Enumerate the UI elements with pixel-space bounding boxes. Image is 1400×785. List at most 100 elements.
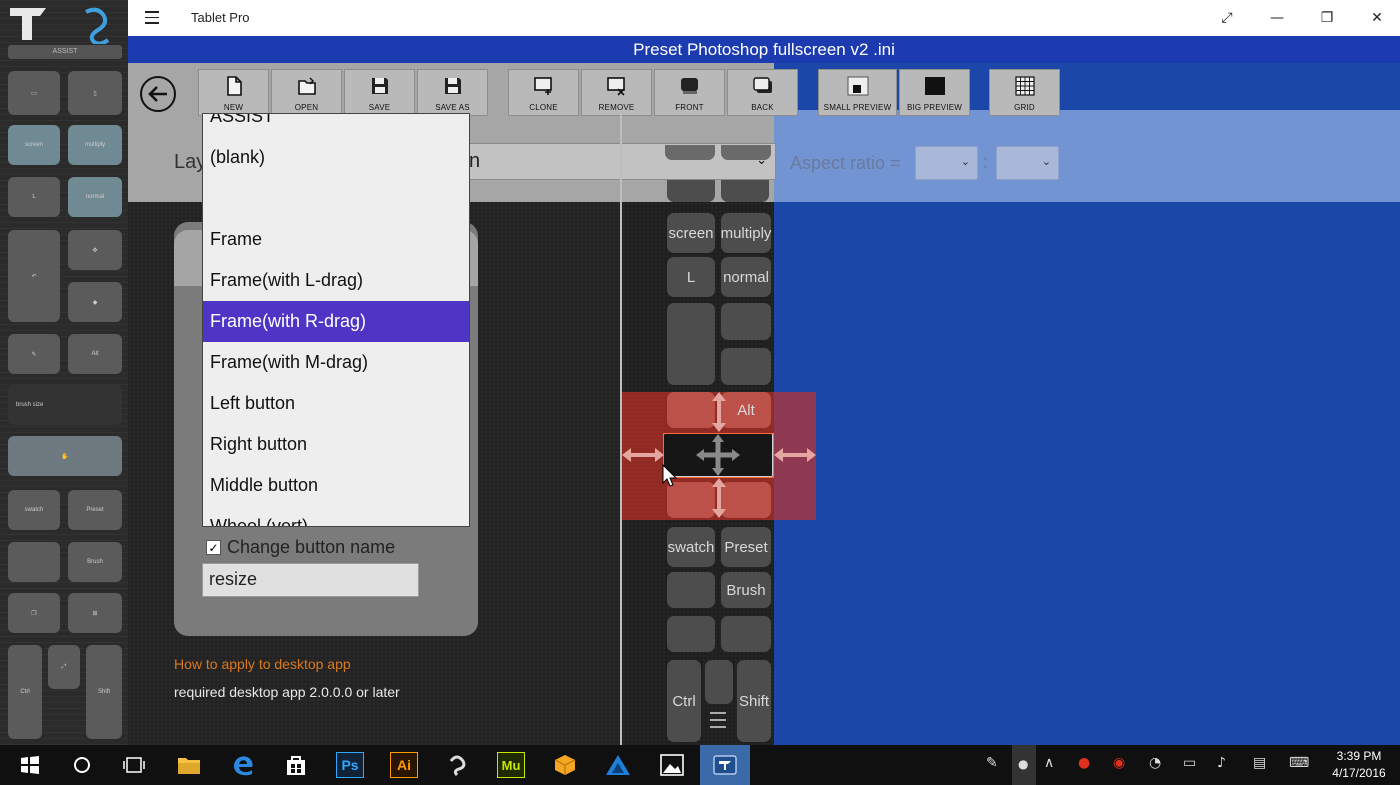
back-order-button[interactable]: BACK xyxy=(727,69,798,116)
windows-start-icon[interactable] xyxy=(16,752,44,778)
small-preview-button[interactable]: SMALL PREVIEW xyxy=(818,69,897,116)
aspect-height-select[interactable]: ⌄ xyxy=(996,146,1059,180)
preview-button-blank-6 xyxy=(667,572,715,608)
remove-button[interactable]: REMOVE xyxy=(581,69,652,116)
cortana-icon[interactable] xyxy=(68,752,96,778)
strip-alt: Alt xyxy=(68,334,122,374)
strip-edit-icon: ✎ xyxy=(8,334,60,374)
resize-bottom-arrow-icon[interactable] xyxy=(707,478,731,518)
chevron-down-icon: ⌄ xyxy=(960,155,970,168)
task-view-icon[interactable] xyxy=(120,752,148,778)
how-to-apply-link[interactable]: How to apply to desktop app xyxy=(174,656,351,672)
clock-date: 4/17/2016 xyxy=(1332,766,1386,780)
strip-brush: Brush xyxy=(68,542,122,582)
strip-normal: normal xyxy=(68,177,122,217)
strip-swatch: swatch xyxy=(8,490,60,530)
remove-icon xyxy=(606,77,625,96)
tray-chevron-up-icon[interactable]: ∧ xyxy=(1044,755,1054,771)
open-button[interactable]: OPEN xyxy=(271,69,342,116)
preview-button-top-4 xyxy=(721,180,769,202)
tray-keyboard-icon[interactable]: ⌨ xyxy=(1289,755,1309,771)
action-dropdown-list[interactable]: ASSIST (blank) Frame Frame(with L-drag) … xyxy=(202,113,470,527)
preview-grip-icon xyxy=(710,712,726,736)
aspect-ratio-label: Aspect ratio = xyxy=(790,153,901,173)
hamburger-menu-icon[interactable] xyxy=(145,11,159,28)
edge-icon[interactable] xyxy=(229,752,257,778)
save-as-button[interactable]: SAVE AS xyxy=(417,69,488,116)
tablet-pro-icon[interactable] xyxy=(700,745,750,785)
preview-button-top-1 xyxy=(665,145,715,160)
illustrator-icon[interactable]: Ai xyxy=(390,752,418,778)
restore-button[interactable]: ❐ xyxy=(1302,0,1352,36)
new-button[interactable]: NEW xyxy=(198,69,269,116)
assist-bar: ASSIST xyxy=(8,45,122,59)
clone-button[interactable]: CLONE xyxy=(508,69,579,116)
left-button-strip: ASSIST ▭ ▯ screen multiply L normal ↶ ✥ … xyxy=(0,0,128,745)
minimize-button[interactable]: — xyxy=(1252,0,1302,36)
tray-notification-icon[interactable]: ▤ xyxy=(1253,755,1266,771)
taskbar-clock[interactable]: 3:39 PM 4/17/2016 xyxy=(1322,748,1396,782)
dropdown-item-blank[interactable]: (blank) xyxy=(203,137,469,178)
back-arrow-icon xyxy=(148,86,167,102)
muse-icon[interactable]: Mu xyxy=(497,752,525,778)
save-button[interactable]: SAVE xyxy=(344,69,415,116)
grid-button[interactable]: GRID xyxy=(989,69,1060,116)
aspect-width-select[interactable]: ⌄ xyxy=(915,146,978,180)
dropdown-item-frame-r-drag[interactable]: Frame(with R-drag) xyxy=(203,301,469,342)
small-preview-icon xyxy=(847,76,868,96)
close-button[interactable]: ✕ xyxy=(1352,0,1400,36)
preview-button-swatch: swatch xyxy=(667,527,715,567)
save-as-icon xyxy=(444,78,461,94)
big-preview-icon xyxy=(924,77,945,95)
preview-button-blank-1 xyxy=(721,303,771,340)
big-preview-button[interactable]: BIG PREVIEW xyxy=(899,69,970,116)
tray-volume-icon[interactable]: ♪ xyxy=(1217,755,1226,771)
file-explorer-icon[interactable] xyxy=(175,752,203,778)
dropdown-item-assist[interactable]: ASSIST xyxy=(203,114,469,137)
button-name-input[interactable]: resize xyxy=(202,563,419,597)
dropdown-item-empty[interactable] xyxy=(203,178,469,219)
photoshop-icon[interactable]: Ps xyxy=(336,752,364,778)
tray-touch-keyboard[interactable]: ● xyxy=(1012,745,1036,785)
file-name: Preset Photoshop fullscreen v2 .ini xyxy=(633,40,895,59)
preview-button-small xyxy=(705,660,733,704)
dropdown-item-left-button[interactable]: Left button xyxy=(203,383,469,424)
store-icon[interactable] xyxy=(282,752,310,778)
resize-right-arrow-icon[interactable] xyxy=(774,443,816,467)
dropdown-item-wheel-vert[interactable]: Wheel (vert) xyxy=(203,506,469,526)
preview-button-shift: Shift xyxy=(737,660,771,742)
autodesk-icon[interactable] xyxy=(604,752,632,778)
package-icon[interactable] xyxy=(551,752,579,778)
dropdown-item-frame[interactable]: Frame xyxy=(203,219,469,260)
resize-top-arrow-icon[interactable] xyxy=(707,392,731,432)
dropdown-item-frame-m-drag[interactable]: Frame(with M-drag) xyxy=(203,342,469,383)
tray-app-icon[interactable]: ◉ xyxy=(1113,755,1125,771)
strip-undo-icon: ↶ xyxy=(8,230,60,322)
fullscreen-icon[interactable]: ⤢ xyxy=(1202,0,1252,36)
resize-left-arrow-icon[interactable] xyxy=(622,443,664,467)
grid-icon xyxy=(1014,76,1035,96)
preview-button-ctrl: Ctrl xyxy=(667,660,701,742)
strip-hand-icon: ✋ xyxy=(8,436,122,476)
preview-button-tall xyxy=(667,303,715,385)
change-name-label: Change button name xyxy=(227,537,396,557)
photos-icon[interactable] xyxy=(658,752,686,778)
new-file-icon xyxy=(226,76,242,96)
back-button[interactable] xyxy=(140,76,176,112)
tray-record-icon[interactable]: ● xyxy=(1078,755,1090,771)
dropdown-item-middle-button[interactable]: Middle button xyxy=(203,465,469,506)
change-name-checkbox[interactable]: ✓ xyxy=(206,540,221,555)
tray-wifi-icon[interactable]: ◔ xyxy=(1149,755,1161,771)
preview-button-top-2 xyxy=(721,145,771,160)
dropdown-item-right-button[interactable]: Right button xyxy=(203,424,469,465)
clip-studio-icon[interactable] xyxy=(443,752,471,778)
file-header: Preset Photoshop fullscreen v2 .ini xyxy=(128,36,1400,63)
front-button[interactable]: FRONT xyxy=(654,69,725,116)
tray-pen-icon[interactable]: ✎ xyxy=(986,755,998,771)
dropdown-item-frame-l-drag[interactable]: Frame(with L-drag) xyxy=(203,260,469,301)
tray-battery-icon[interactable]: ▭ xyxy=(1183,755,1196,771)
change-name-row[interactable]: ✓ Change button name xyxy=(206,537,395,558)
strip-trash-icon: ▯ xyxy=(68,71,122,115)
strip-l: L xyxy=(8,177,60,217)
strip-screen: screen xyxy=(8,125,60,165)
